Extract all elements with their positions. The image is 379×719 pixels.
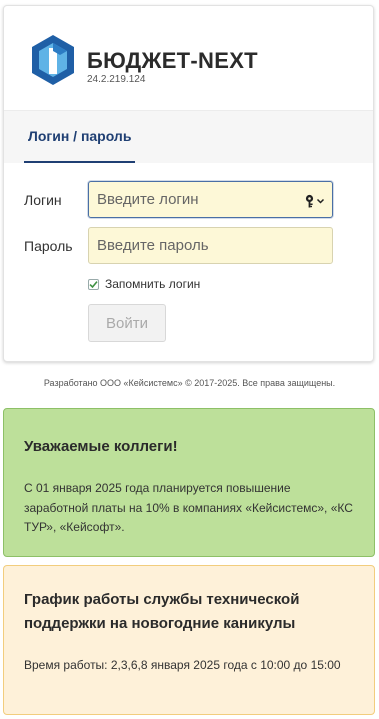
notice-title: График работы службы технической поддерж… — [24, 591, 300, 632]
key-icon — [305, 194, 325, 208]
app-version: 24.2.219.124 — [87, 74, 146, 85]
checkbox-box[interactable] — [88, 278, 99, 290]
login-label: Логин — [24, 192, 62, 208]
notice-text: Время работы: 2,3,6,8 января 2025 года с… — [24, 658, 341, 672]
remember-login-checkbox[interactable]: Запомнить логин — [88, 276, 200, 292]
remember-login-label: Запомнить логин — [105, 277, 201, 291]
budget-next-logo-icon — [32, 35, 74, 85]
brand-name: БЮДЖЕТ-NEXT — [87, 48, 258, 73]
tab-login-password[interactable]: Логин / пароль — [24, 111, 136, 163]
notice-title: Уважаемые коллеги! — [24, 438, 178, 455]
login-submit-button[interactable]: Войти — [88, 304, 166, 342]
copyright-text: Разработано ООО «Кейсистемс» © 2017-2025… — [43, 378, 336, 388]
password-label: Пароль — [24, 238, 73, 254]
notice-text: С 01 января 2025 года планируется повыше… — [24, 481, 353, 534]
notice-card-support-schedule: График работы службы технической поддерж… — [3, 565, 375, 715]
password-input[interactable] — [88, 227, 333, 264]
notice-card-salary: Уважаемые коллеги! С 01 января 2025 года… — [3, 408, 375, 557]
checkmark-icon — [89, 280, 98, 288]
login-card: БЮДЖЕТ-NEXT 24.2.219.124 Логин / пароль … — [3, 5, 374, 362]
login-input[interactable] — [88, 181, 333, 218]
auth-tabs: Логин / пароль — [4, 110, 373, 163]
key-dropdown-button[interactable] — [304, 190, 328, 212]
